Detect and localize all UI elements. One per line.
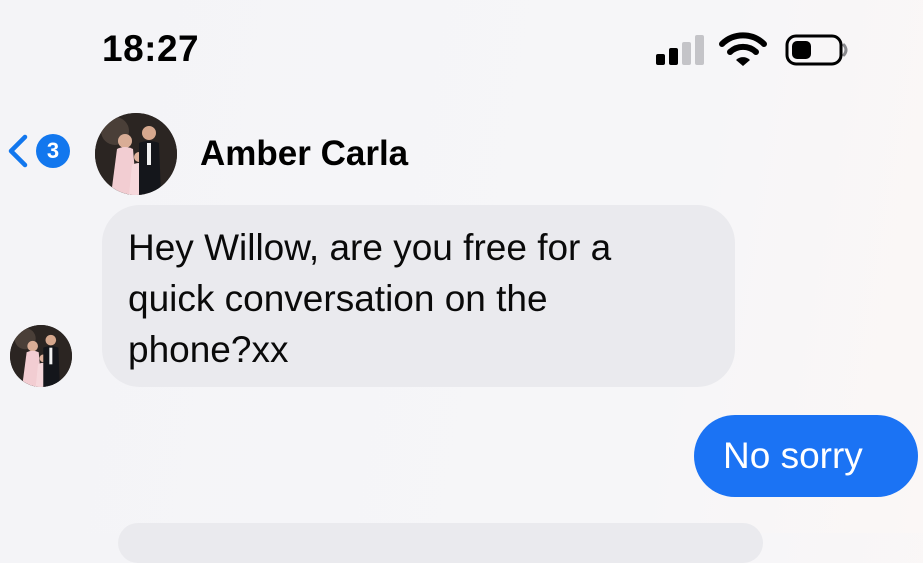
incoming-message-bubble[interactable]: Hey Willow, are you free for a quick con… (102, 205, 735, 387)
conversation-header: 3 Amber Carla (0, 100, 923, 200)
cellular-signal-icon (656, 35, 708, 65)
contact-name[interactable]: Amber Carla (200, 134, 408, 174)
message-avatar[interactable] (10, 325, 72, 387)
battery-icon (785, 33, 849, 67)
incoming-message-bubble-partial[interactable] (118, 523, 763, 563)
wifi-icon (719, 30, 767, 68)
back-button[interactable]: 3 (6, 130, 76, 172)
avatar[interactable] (95, 113, 177, 195)
chevron-left-icon (8, 134, 28, 168)
status-bar: 18:27 (0, 0, 923, 100)
outgoing-message-bubble[interactable]: No sorry (694, 415, 918, 497)
status-time: 18:27 (102, 28, 200, 69)
unread-count-badge: 3 (36, 134, 70, 168)
